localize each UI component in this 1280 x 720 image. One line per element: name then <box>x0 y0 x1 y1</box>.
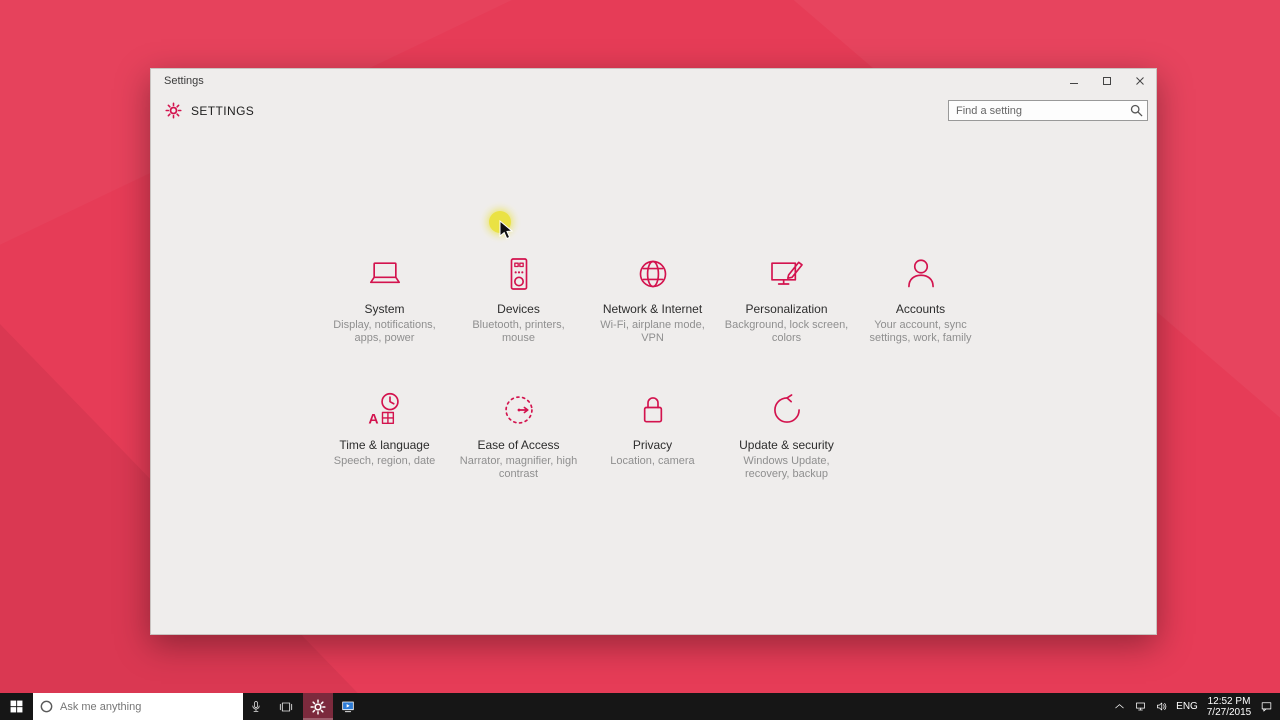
time-language-icon: A <box>318 390 452 432</box>
tile-title: Accounts <box>895 302 946 316</box>
tile-title: Devices <box>497 302 540 316</box>
volume-button[interactable] <box>1151 693 1172 720</box>
tile-subtitle: Wi-Fi, airplane mode, VPN <box>600 319 705 344</box>
start-button[interactable] <box>0 693 33 720</box>
minimize-icon <box>1069 82 1078 84</box>
tile-update-security[interactable]: Update & security Windows Update, recove… <box>720 390 854 526</box>
tile-title: System <box>364 302 405 316</box>
action-center-icon <box>1261 702 1272 712</box>
task-view-button[interactable] <box>269 693 303 720</box>
tile-title: Ease of Access <box>477 438 560 452</box>
action-center-button[interactable] <box>1256 693 1277 720</box>
movies-tv-icon <box>342 701 354 712</box>
clock-date: 7/27/2015 <box>1206 706 1252 718</box>
cortana-circle-icon <box>40 700 53 713</box>
microphone-button[interactable] <box>243 693 269 720</box>
network-icon <box>1136 702 1145 711</box>
svg-text:A: A <box>368 411 378 427</box>
tile-title: Personalization <box>745 302 828 316</box>
tile-subtitle: Windows Update, recovery, backup <box>743 455 830 480</box>
system-tray: ENG 12:52 PM 7/27/2015 <box>1109 693 1280 720</box>
clock-time: 12:52 PM <box>1207 695 1251 707</box>
window-title: Settings <box>164 75 204 87</box>
devices-icon <box>452 254 586 296</box>
network-globe-icon <box>586 254 720 296</box>
volume-icon <box>1157 702 1167 711</box>
language-indicator[interactable]: ENG <box>1172 701 1202 712</box>
settings-search-input[interactable] <box>948 100 1148 121</box>
tile-ease-of-access[interactable]: Ease of Access Narrator, magnifier, high… <box>452 390 586 526</box>
tile-subtitle: Display, notifications, apps, power <box>333 319 436 344</box>
search-icon[interactable] <box>1130 104 1143 117</box>
microphone-icon <box>252 700 260 712</box>
tile-title: Time & language <box>339 438 430 452</box>
ease-of-access-icon <box>452 390 586 432</box>
settings-search-box <box>948 100 1148 121</box>
clock[interactable]: 12:52 PM 7/27/2015 <box>1202 696 1256 718</box>
taskbar-movies-tv-app[interactable] <box>333 693 363 720</box>
windows-logo-icon <box>10 700 23 713</box>
chevron-up-icon <box>1115 704 1124 709</box>
tile-network-internet[interactable]: Network & Internet Wi-Fi, airplane mode,… <box>586 254 720 390</box>
tile-system[interactable]: System Display, notifications, apps, pow… <box>318 254 452 390</box>
mouse-cursor <box>499 220 513 240</box>
tile-subtitle: Speech, region, date <box>333 455 436 467</box>
grid-row-2: A Time & language Speech, region, date E… <box>318 390 990 526</box>
desktop[interactable]: { "window": { "title": "Settings", "cont… <box>0 0 1280 720</box>
window-titlebar[interactable]: Settings <box>151 69 1156 93</box>
taskbar-settings-app[interactable] <box>303 693 333 720</box>
privacy-lock-icon <box>586 390 720 432</box>
settings-header: SETTINGS <box>151 93 1156 122</box>
taskbar-search-input[interactable] <box>60 700 237 713</box>
minimize-button[interactable] <box>1057 69 1090 92</box>
system-laptop-icon <box>318 254 452 296</box>
taskbar-search-box[interactable] <box>33 693 243 720</box>
tile-title: Update & security <box>739 438 834 452</box>
tile-subtitle: Background, lock screen, colors <box>724 319 849 344</box>
personalization-icon <box>720 254 854 296</box>
settings-window: Settings SETTINGS Find a setting System … <box>150 68 1157 635</box>
tile-subtitle: Your account, sync settings, work, famil… <box>869 319 972 344</box>
close-icon <box>1135 76 1144 85</box>
settings-category-grid: System Display, notifications, apps, pow… <box>318 254 990 526</box>
accounts-person-icon <box>854 254 988 296</box>
tile-title: Network & Internet <box>602 302 703 316</box>
window-controls <box>1057 69 1156 92</box>
close-button[interactable] <box>1123 69 1156 92</box>
tile-accounts[interactable]: Accounts Your account, sync settings, wo… <box>854 254 988 390</box>
tile-title: Privacy <box>632 438 673 452</box>
network-status-button[interactable] <box>1130 693 1151 720</box>
tile-subtitle: Bluetooth, printers, mouse <box>472 319 565 344</box>
tile-personalization[interactable]: Personalization Background, lock screen,… <box>720 254 854 390</box>
tile-privacy[interactable]: Privacy Location, camera <box>586 390 720 526</box>
page-title: SETTINGS <box>191 103 255 118</box>
tile-devices[interactable]: Devices Bluetooth, printers, mouse <box>452 254 586 390</box>
tile-subtitle: Narrator, magnifier, high contrast <box>459 455 578 480</box>
tile-time-language[interactable]: A Time & language Speech, region, date <box>318 390 452 526</box>
gear-icon <box>310 698 326 715</box>
tray-overflow-button[interactable] <box>1109 693 1130 720</box>
update-security-icon <box>720 390 854 432</box>
maximize-button[interactable] <box>1090 69 1123 92</box>
maximize-icon <box>1102 76 1111 85</box>
taskbar: ENG 12:52 PM 7/27/2015 <box>0 693 1280 720</box>
gear-icon <box>165 102 182 119</box>
grid-row-1: System Display, notifications, apps, pow… <box>318 254 990 390</box>
task-view-icon <box>279 702 293 711</box>
tile-subtitle: Location, camera <box>610 455 695 467</box>
